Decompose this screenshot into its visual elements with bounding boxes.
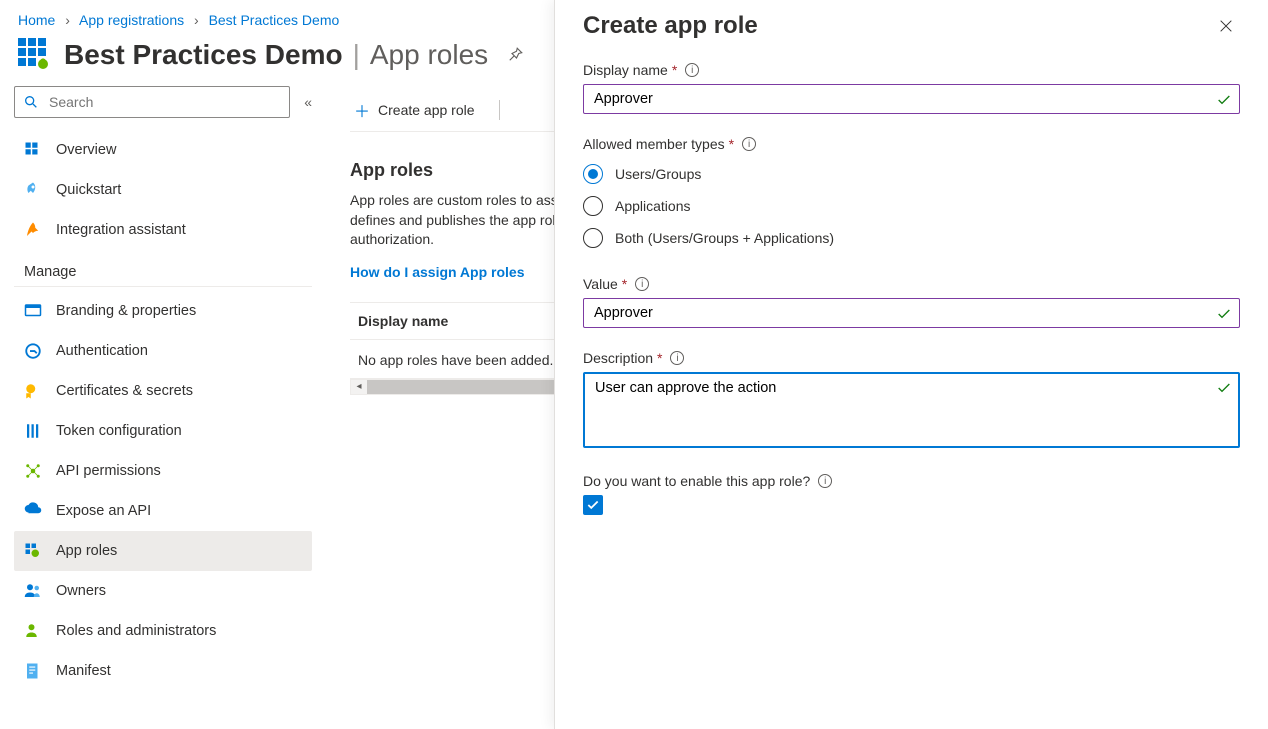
value-label: Value [583, 276, 618, 292]
enable-checkbox[interactable] [583, 495, 603, 515]
member-type-label: Applications [615, 198, 691, 214]
sidebar-item-label: Branding & properties [56, 303, 196, 319]
chevron-right-icon: › [194, 12, 199, 28]
sidebar-item-label: Certificates & secrets [56, 383, 193, 399]
required-icon: * [729, 136, 734, 152]
search-box[interactable] [14, 86, 290, 118]
breadcrumb-appreg[interactable]: App registrations [79, 12, 184, 28]
collapse-sidebar-icon[interactable]: « [304, 94, 312, 110]
member-type-option-2[interactable]: Both (Users/Groups + Applications) [583, 222, 1240, 254]
sidebar-item-label: Manifest [56, 663, 111, 679]
sidebar-item-label: Roles and administrators [56, 623, 216, 639]
check-icon [1216, 92, 1232, 108]
create-app-role-label: Create app role [378, 102, 475, 118]
sidebar-item-cert[interactable]: Certificates & secrets [14, 371, 312, 411]
required-icon: * [657, 350, 662, 366]
sidebar-item-label: Owners [56, 583, 106, 599]
display-name-input[interactable] [583, 84, 1240, 114]
pin-icon[interactable] [506, 46, 524, 64]
manifest-icon [24, 662, 42, 680]
sidebar-item-label: Token configuration [56, 423, 182, 439]
app-title: Best Practices Demo [64, 39, 343, 71]
create-app-role-panel: Create app role Display name * i Allowed… [554, 0, 1268, 729]
auth-icon [24, 342, 42, 360]
app-icon [18, 38, 52, 72]
scroll-left-icon[interactable]: ◂ [351, 380, 367, 394]
radio-icon [583, 164, 603, 184]
close-icon[interactable] [1212, 12, 1240, 40]
radio-icon [583, 228, 603, 248]
breadcrumb-home[interactable]: Home [18, 12, 55, 28]
info-icon[interactable]: i [742, 137, 756, 151]
integration-icon [24, 221, 42, 239]
member-type-option-0[interactable]: Users/Groups [583, 158, 1240, 190]
description-input[interactable] [583, 372, 1240, 448]
sidebar-item-owners[interactable]: Owners [14, 571, 312, 611]
sidebar-item-expose-api[interactable]: Expose an API [14, 491, 312, 531]
sidebar-item-roles-admin[interactable]: Roles and administrators [14, 611, 312, 651]
sidebar-item-quickstart[interactable]: Quickstart [14, 170, 312, 210]
description-label: Description [583, 350, 653, 366]
sidebar-item-branding[interactable]: Branding & properties [14, 291, 312, 331]
required-icon: * [622, 276, 627, 292]
branding-icon [24, 302, 42, 320]
sidebar-item-label: App roles [56, 543, 117, 559]
app-roles-icon [24, 542, 42, 560]
sidebar-item-label: Quickstart [56, 182, 121, 198]
quickstart-icon [24, 181, 42, 199]
info-icon[interactable]: i [635, 277, 649, 291]
create-app-role-button[interactable]: ＋ Create app role [350, 98, 479, 122]
member-type-label: Users/Groups [615, 166, 701, 182]
member-type-option-1[interactable]: Applications [583, 190, 1240, 222]
info-icon[interactable]: i [670, 351, 684, 365]
sidebar-item-app-roles[interactable]: App roles [14, 531, 312, 571]
value-input[interactable] [583, 298, 1240, 328]
radio-icon [583, 196, 603, 216]
enable-label: Do you want to enable this app role? [583, 473, 810, 489]
display-name-label: Display name [583, 62, 668, 78]
sidebar-item-label: Authentication [56, 343, 148, 359]
sidebar-item-manifest[interactable]: Manifest [14, 651, 312, 691]
api-perm-icon [24, 462, 42, 480]
plus-icon: ＋ [354, 98, 370, 122]
check-icon [1216, 306, 1232, 322]
sidebar-item-auth[interactable]: Authentication [14, 331, 312, 371]
toolbar-separator [499, 100, 500, 120]
info-icon[interactable]: i [685, 63, 699, 77]
sidebar-item-label: API permissions [56, 463, 161, 479]
sidebar: « Overview Quickstart Integration assistan… [0, 86, 326, 691]
overview-icon [24, 141, 42, 159]
page-title: App roles [370, 39, 488, 71]
panel-title: Create app role [583, 12, 758, 40]
member-types-label: Allowed member types [583, 136, 725, 152]
check-icon [1216, 380, 1232, 396]
sidebar-item-integration[interactable]: Integration assistant [14, 210, 312, 250]
sidebar-item-overview[interactable]: Overview [14, 130, 312, 170]
search-icon [23, 94, 39, 110]
sidebar-item-token[interactable]: Token configuration [14, 411, 312, 451]
breadcrumb-current[interactable]: Best Practices Demo [209, 12, 340, 28]
cert-icon [24, 382, 42, 400]
sidebar-item-label: Expose an API [56, 503, 151, 519]
expose-api-icon [24, 502, 42, 520]
required-icon: * [672, 62, 677, 78]
sidebar-item-label: Overview [56, 142, 116, 158]
info-icon[interactable]: i [818, 474, 832, 488]
token-icon [24, 422, 42, 440]
member-type-label: Both (Users/Groups + Applications) [615, 230, 834, 246]
sidebar-item-api-perm[interactable]: API permissions [14, 451, 312, 491]
owners-icon [24, 582, 42, 600]
nav-group-manage: Manage [14, 250, 312, 287]
chevron-right-icon: › [65, 12, 70, 28]
roles-admin-icon [24, 622, 42, 640]
sidebar-item-label: Integration assistant [56, 222, 186, 238]
search-input[interactable] [47, 93, 281, 111]
title-separator: | [353, 39, 360, 71]
